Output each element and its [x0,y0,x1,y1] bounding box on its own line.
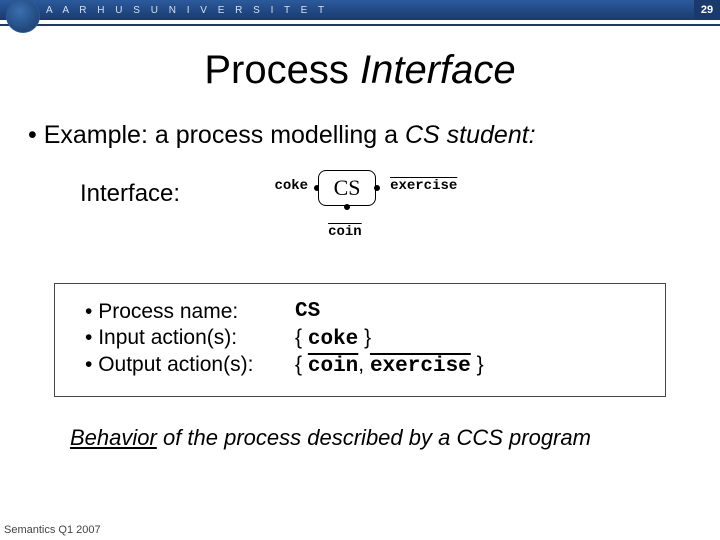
slide-footer: Semantics Q1 2007 [4,524,101,536]
info-output-value: { coin, exercise } [295,353,484,378]
process-diagram: coke CS exercise coin [210,166,510,261]
info-box: Process name: CS Input action(s): { coke… [54,283,666,397]
brace-open: { [295,326,308,349]
port-bottom-icon [344,204,350,210]
input-action-coke: coke [308,328,358,351]
output-action-coin: coin [308,355,358,378]
university-strip: A A R H U S U N I V E R S I T E T 29 [0,0,720,20]
comma: , [358,353,370,376]
brace-open: { [295,353,308,376]
info-name-value: CS [295,300,320,324]
interface-row: Interface: coke CS exercise coin [80,166,720,261]
university-seal-icon [6,0,40,33]
slide-number: 29 [694,0,720,20]
title-plain: Process [204,48,360,92]
process-box: CS [318,170,376,206]
bullet-prefix: • Example: a process modelling a [28,121,405,149]
title-italic: Interface [360,48,516,92]
info-row-name: Process name: CS [85,300,649,324]
slide-header: A A R H U S U N I V E R S I T E T 29 [0,0,720,26]
university-name: A A R H U S U N I V E R S I T E T [46,5,328,16]
info-row-input: Input action(s): { coke } [85,326,649,351]
behavior-underlined: Behavior [70,425,157,450]
output-action-exercise: exercise [370,355,471,378]
interface-label: Interface: [80,180,180,208]
behavior-rest: of the process described by a CCS progra… [157,425,591,450]
main-bullet: • Example: a process modelling a CS stud… [28,121,692,150]
diagram-input-label: coke [266,178,308,194]
slide-title: Process Interface [0,48,720,93]
info-row-output: Output action(s): { coin, exercise } [85,353,649,378]
brace-close: } [358,326,371,349]
info-input-label: Input action(s): [85,326,295,351]
info-name-label: Process name: [85,300,295,324]
port-right-icon [374,185,380,191]
diagram-output-right-label: exercise [390,178,457,194]
bullet-emph: CS student: [405,121,536,149]
brace-close: } [471,353,484,376]
behavior-line: Behavior of the process described by a C… [70,425,720,451]
info-input-value: { coke } [295,326,371,351]
diagram-output-bottom-label: coin [328,224,362,240]
info-output-label: Output action(s): [85,353,295,378]
